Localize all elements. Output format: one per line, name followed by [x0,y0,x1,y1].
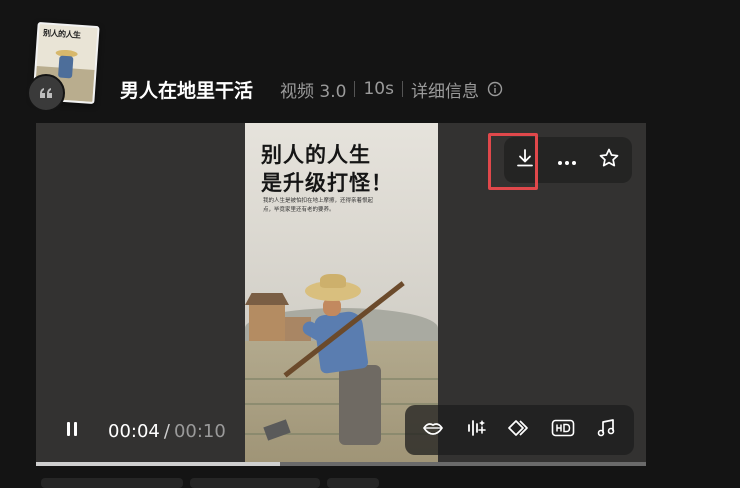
time-separator: / [163,420,170,442]
current-time: 00:04 [108,420,160,442]
star-icon [598,147,620,173]
item-meta: 视频 3.0 10s 详细信息 [280,76,503,102]
pause-button[interactable] [60,419,84,443]
video-player[interactable]: 别人的人生 是升级打怪！ 我的人生是被怕扣在地上摩擦，还得亲着恨起点，毕竟家里还… [36,123,646,466]
video-headline: 是升级打怪！ [261,170,393,195]
farmer-hat-crown [320,274,346,288]
lip-sync-icon [422,420,444,440]
more-button[interactable] [546,137,588,183]
thumbnail-text: 别人的人生 [42,28,81,40]
details-link[interactable]: 详细信息 [411,77,479,102]
progress-fill [36,462,280,466]
video-headline: 别人的人生 [261,142,371,167]
video-body-text: 我的人生是被怕扣在地上摩擦，还得亲着恨起点，毕竟家里还有老的要养。 [263,198,374,213]
pause-icon [63,420,81,442]
audio-wave-icon [465,418,487,442]
item-title: 男人在地里干活 [120,80,254,102]
frames-button[interactable] [501,410,537,450]
audio-button[interactable] [458,410,494,450]
download-highlight-box [488,133,538,190]
more-icon [557,151,577,170]
total-duration: 00:10 [173,420,226,442]
info-icon[interactable] [487,81,503,97]
video-roof [245,293,289,305]
meta-divider [354,81,356,97]
farmer-pants [339,365,381,445]
video-house [249,301,285,341]
hd-icon [551,419,575,441]
progress-bar[interactable] [36,462,646,466]
hd-button[interactable] [545,410,581,450]
lip-sync-button[interactable] [415,410,451,450]
model-label: 视频 3.0 [280,81,347,102]
music-button[interactable] [588,410,624,450]
favorite-button[interactable] [588,137,630,183]
thumbnail-farmer [57,55,74,79]
frames-icon [508,418,530,442]
time-display: 00:04 / 00:10 [108,419,226,443]
duration-label: 10s [363,79,394,99]
quote-icon [27,74,65,112]
music-icon [596,418,616,442]
meta-divider [401,81,403,97]
tool-controls [405,405,634,455]
